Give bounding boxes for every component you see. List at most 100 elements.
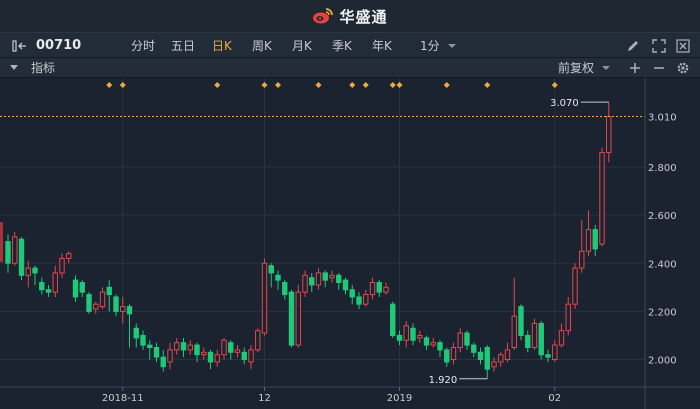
candle xyxy=(86,292,92,314)
candle-body xyxy=(295,291,301,346)
candle-body xyxy=(444,349,450,363)
candle-body xyxy=(457,332,463,348)
candle-body xyxy=(322,272,328,281)
time-tick-label: 02 xyxy=(548,393,561,404)
candle-body xyxy=(234,349,241,353)
candle-body xyxy=(248,349,254,363)
price-tick-label: 2.600 xyxy=(648,211,677,222)
tab-period-intraday[interactable]: 分时 xyxy=(131,33,155,59)
panel-toggle-icon[interactable] xyxy=(12,40,28,52)
candle-body xyxy=(336,274,342,284)
candle-body xyxy=(558,330,565,346)
tab-period-5day[interactable]: 五日 xyxy=(171,33,195,59)
price-tick-label: 2.000 xyxy=(648,356,677,367)
candle-body xyxy=(552,344,558,361)
candle-body xyxy=(18,238,25,276)
candle xyxy=(12,232,18,266)
chevron-down-icon xyxy=(448,44,457,48)
candle-body xyxy=(93,303,99,310)
candle-body xyxy=(525,334,531,348)
candle xyxy=(572,263,578,309)
chart-toolbar: 00710 分时 五日 日K 周K 月K 季K 年K 1分 xyxy=(0,32,700,58)
close-icon[interactable] xyxy=(676,39,690,53)
fullscreen-icon[interactable] xyxy=(652,39,666,53)
candle-body xyxy=(261,262,268,334)
candle-body xyxy=(52,272,58,293)
tab-period-quarterly[interactable]: 季K xyxy=(332,33,352,59)
candle-body xyxy=(531,322,538,348)
interval-select[interactable]: 1分 xyxy=(420,33,457,59)
indicator-label[interactable]: 指标 xyxy=(31,58,55,78)
high-annotation-label: 3.070 xyxy=(550,98,579,109)
candle-body xyxy=(572,267,578,305)
candle xyxy=(288,289,295,348)
candle-body xyxy=(437,342,443,351)
candle-body xyxy=(147,344,153,348)
candle-body xyxy=(59,257,65,274)
price-tick-label: 2.200 xyxy=(648,307,677,318)
pencil-icon[interactable] xyxy=(626,39,640,53)
gear-icon[interactable] xyxy=(676,61,690,75)
candle-body xyxy=(565,303,571,332)
candle-body xyxy=(228,342,234,353)
candle-body xyxy=(329,274,335,279)
candle-body xyxy=(275,274,281,281)
app-header: 华盛通 xyxy=(0,0,700,32)
candle-body xyxy=(133,327,139,339)
candle-body xyxy=(315,272,322,286)
candle-body xyxy=(113,296,119,312)
plus-icon[interactable] xyxy=(629,62,641,74)
candle-body xyxy=(376,282,382,293)
candle xyxy=(255,328,261,353)
candle-body xyxy=(120,306,126,312)
candle-body xyxy=(471,344,477,353)
candle xyxy=(18,236,25,281)
tab-period-daily[interactable]: 日K xyxy=(212,33,232,59)
candle-body xyxy=(585,229,592,252)
candle-body xyxy=(349,289,355,298)
collapse-arrow-icon[interactable] xyxy=(9,64,19,72)
chevron-down-icon xyxy=(601,66,610,70)
candle-body xyxy=(255,330,261,351)
candle-body xyxy=(194,344,200,356)
price-adjust-select[interactable]: 前复权 xyxy=(558,58,611,78)
candle xyxy=(295,284,301,348)
candlestick-chart[interactable]: 3.070 1.920 3.010 2.800 2.600 2.400 2.200 2.00… xyxy=(0,78,700,409)
candle xyxy=(261,258,268,336)
time-tick-label: 2018-11 xyxy=(102,393,144,404)
price-tick-label: 2.400 xyxy=(648,259,677,270)
brand-name: 华盛通 xyxy=(339,7,388,26)
tab-period-weekly[interactable]: 周K xyxy=(252,33,272,59)
interval-select-value: 1分 xyxy=(420,39,440,53)
candle-body xyxy=(160,356,166,368)
candle-body xyxy=(383,286,389,293)
candle-body xyxy=(12,236,18,264)
candle-body xyxy=(25,267,31,276)
candle-body xyxy=(32,267,38,274)
candle-body xyxy=(599,152,605,245)
candle-body xyxy=(309,277,315,286)
candle-body xyxy=(417,334,423,339)
weibo-logo-icon xyxy=(313,8,334,24)
last-price-label: 3.010 xyxy=(648,113,677,124)
price-adjust-value: 前复权 xyxy=(558,61,595,75)
candle-body xyxy=(66,253,72,259)
candle-body xyxy=(214,354,220,363)
candle-body xyxy=(302,274,308,293)
candle-body xyxy=(5,241,11,264)
candle-body xyxy=(450,347,457,361)
candle xyxy=(518,304,524,341)
candle-body xyxy=(579,250,585,269)
tab-period-yearly[interactable]: 年K xyxy=(372,33,392,59)
indicator-bar: 指标 前复权 xyxy=(0,58,700,78)
tab-period-monthly[interactable]: 月K xyxy=(292,33,312,59)
scroll-handle-left[interactable] xyxy=(0,222,3,262)
candle-body xyxy=(201,351,207,356)
candle-body xyxy=(484,347,490,370)
minus-icon[interactable] xyxy=(653,62,665,74)
candle-body xyxy=(396,334,403,341)
candle-body xyxy=(403,325,409,341)
candle-body xyxy=(464,332,470,346)
candle xyxy=(538,321,544,360)
candle-body xyxy=(221,339,227,356)
